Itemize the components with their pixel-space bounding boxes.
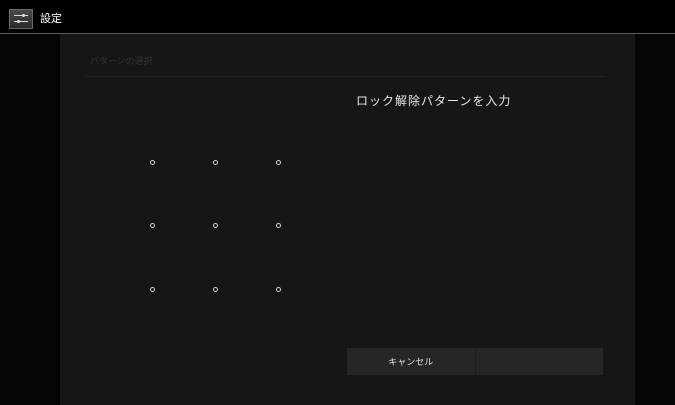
pattern-dot[interactable] — [276, 223, 281, 228]
pattern-dot[interactable] — [276, 287, 281, 292]
title-bar: 設定 — [0, 0, 675, 34]
pattern-dot[interactable] — [213, 223, 218, 228]
pattern-dot[interactable] — [150, 223, 155, 228]
pattern-dot[interactable] — [150, 160, 155, 165]
unlock-prompt: ロック解除パターンを入力 — [356, 94, 512, 108]
divider — [85, 76, 605, 77]
pattern-dot[interactable] — [150, 287, 155, 292]
button-bar: キャンセル — [347, 348, 603, 375]
pattern-dot[interactable] — [213, 160, 218, 165]
pattern-dot[interactable] — [276, 160, 281, 165]
left-margin — [0, 34, 60, 405]
right-margin — [635, 34, 675, 405]
pattern-dialog: パターンの選択 ロック解除パターンを入力 キャンセル — [60, 34, 635, 405]
dialog-title: パターンの選択 — [90, 57, 153, 67]
pattern-dot[interactable] — [213, 287, 218, 292]
page-title: 設定 — [40, 12, 62, 25]
settings-icon[interactable] — [9, 9, 33, 29]
continue-button[interactable] — [474, 348, 604, 375]
cancel-button[interactable]: キャンセル — [347, 348, 475, 375]
